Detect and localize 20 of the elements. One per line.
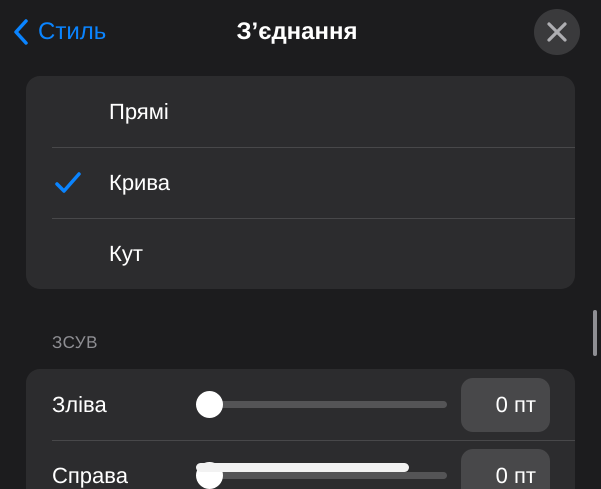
slider-label: Зліва [52, 392, 108, 418]
scroll-indicator [593, 310, 597, 356]
slider-label: Справа [52, 462, 129, 488]
drag-handle[interactable] [196, 463, 409, 472]
option-label: Крива [109, 170, 170, 196]
window-title: З’єднання [236, 18, 358, 46]
chevron-left-icon [14, 19, 28, 45]
option-label: Прямі [109, 98, 169, 124]
back-button[interactable]: Стиль [14, 18, 106, 46]
value-field[interactable]: 0 пт [460, 448, 550, 489]
back-label: Стиль [38, 18, 106, 46]
option-item[interactable]: Прямі [26, 76, 575, 147]
option-label: Кут [109, 240, 143, 266]
section-heading: ЗСУВ [52, 333, 99, 354]
value-field[interactable]: 0 пт [460, 378, 550, 432]
option-item[interactable]: Кут [26, 218, 575, 289]
close-icon [547, 22, 567, 42]
option-item[interactable]: Крива [26, 147, 575, 218]
close-button[interactable] [534, 9, 580, 55]
slider-thumb[interactable] [196, 391, 224, 418]
